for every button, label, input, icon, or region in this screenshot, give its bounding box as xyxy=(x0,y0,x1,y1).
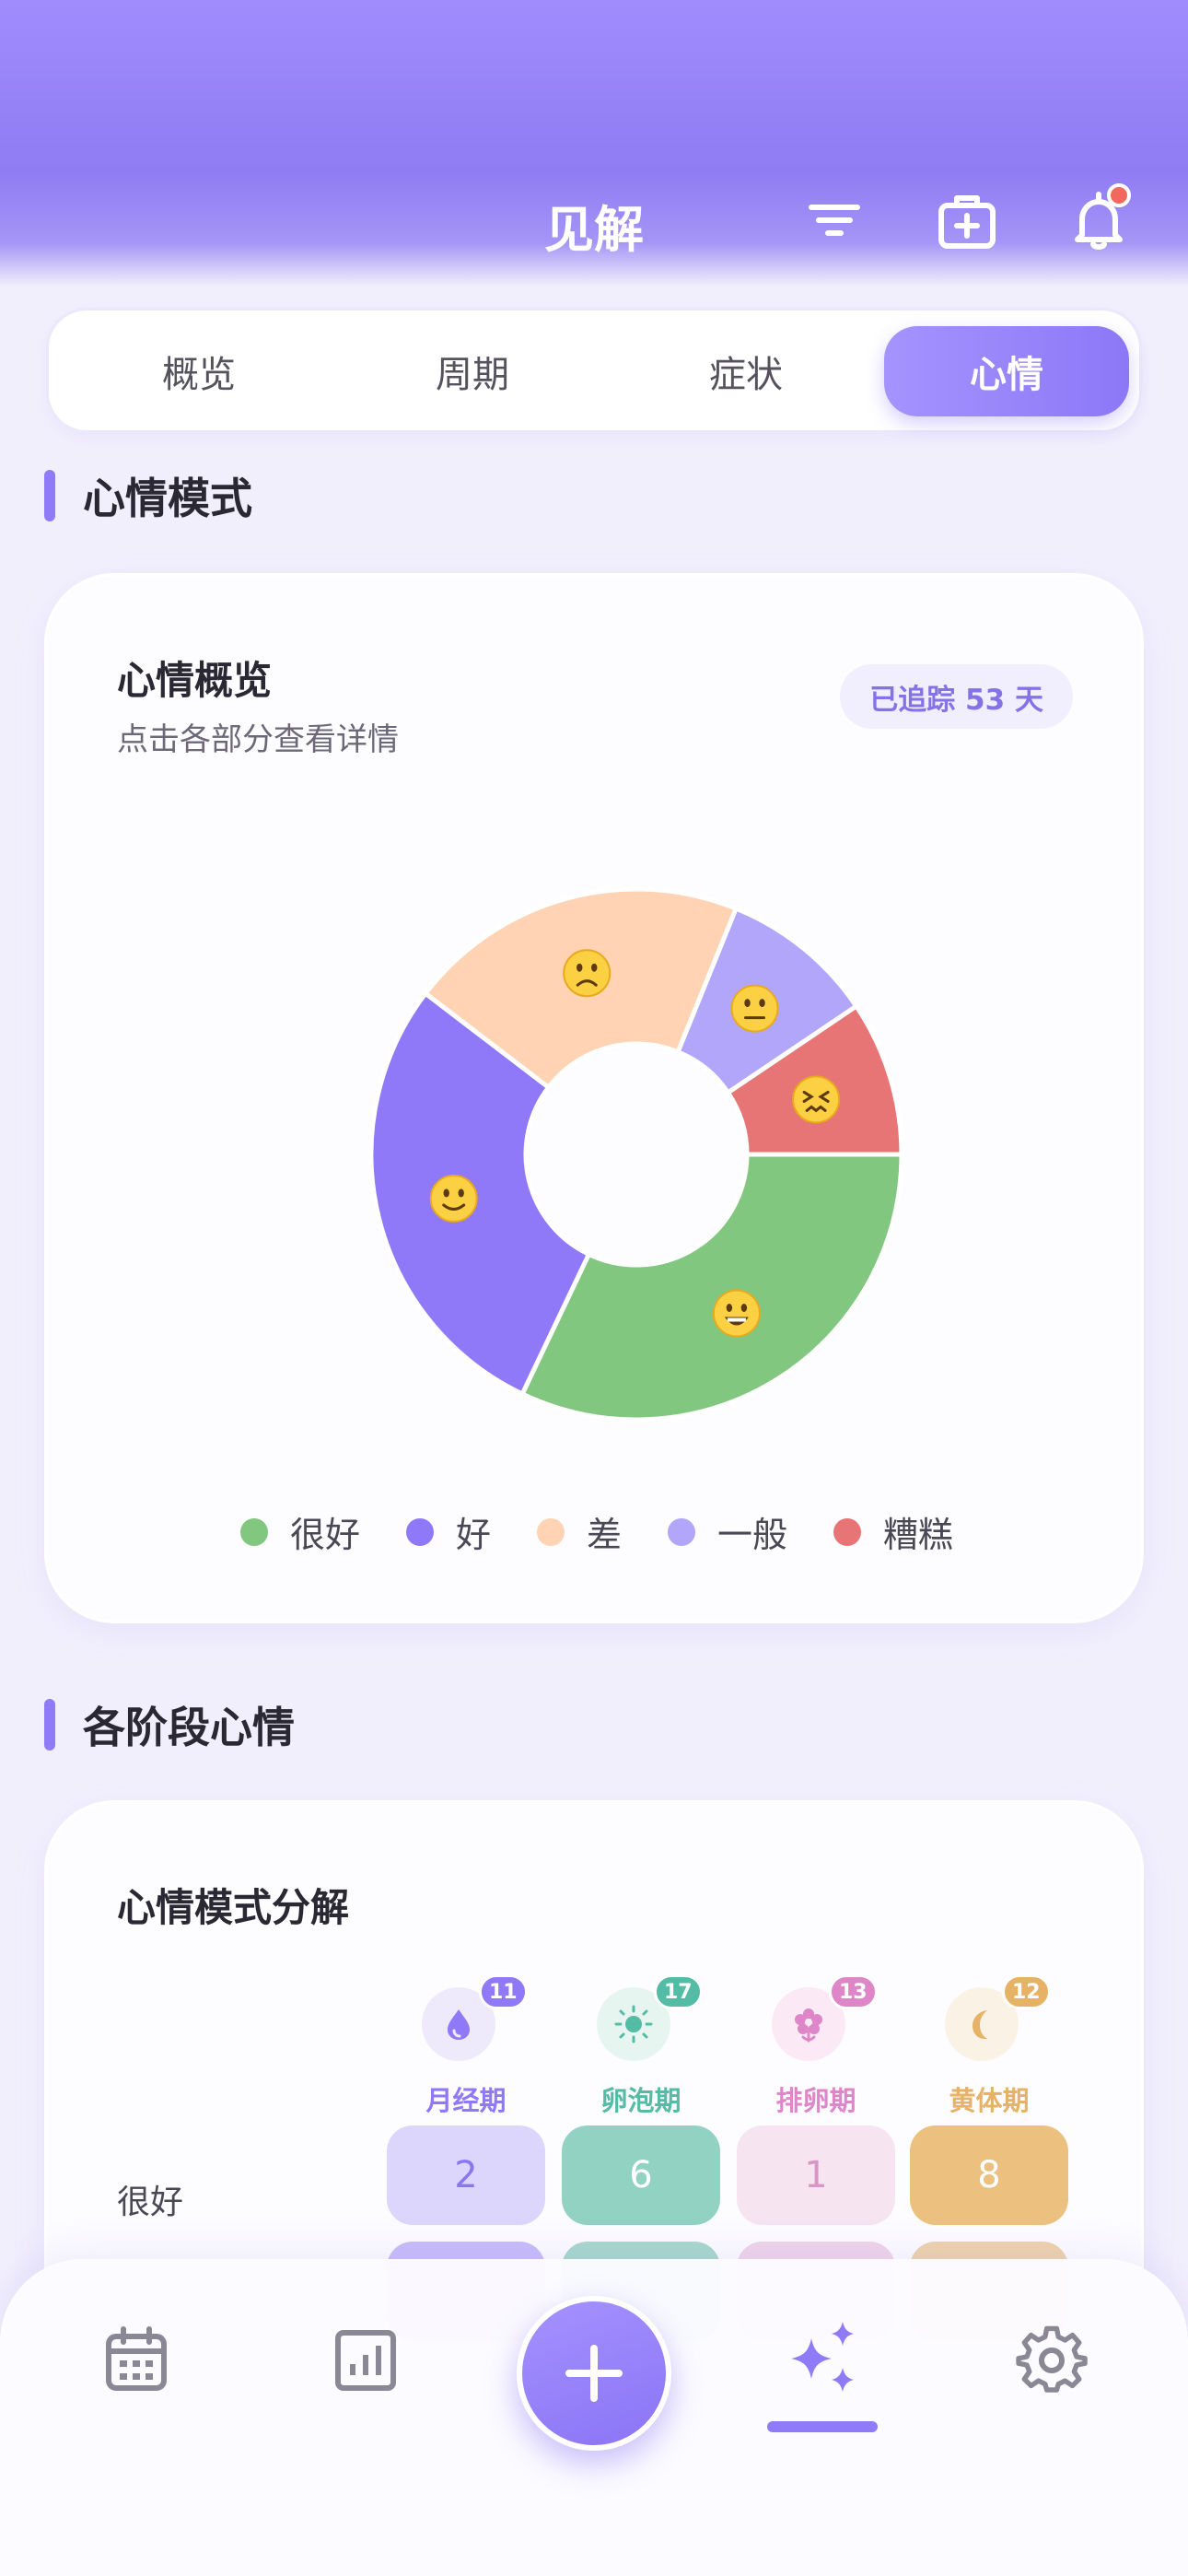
add-button[interactable] xyxy=(517,2296,671,2451)
section-title: 各阶段心情 xyxy=(83,1703,295,1752)
legend-swatch xyxy=(405,1517,434,1546)
donut-slice[interactable] xyxy=(518,1152,904,1423)
legend-item: 好 xyxy=(405,1506,491,1557)
notification-dot xyxy=(1107,183,1131,207)
phase-count-badge: 12 xyxy=(1002,1974,1051,2009)
legend-label: 差 xyxy=(586,1515,622,1555)
tab-overview[interactable]: 概览 xyxy=(76,326,321,416)
section-accent-bar xyxy=(44,470,55,521)
phase-label: 卵泡期 xyxy=(600,2085,681,2116)
phase-count-badge: 13 xyxy=(829,1974,878,2009)
phase-count-badge: 17 xyxy=(654,1974,703,2009)
table-cell[interactable]: 8 xyxy=(910,2125,1068,2225)
grinning-face-icon xyxy=(712,1289,761,1338)
bell-icon[interactable] xyxy=(1066,183,1131,253)
table-cell[interactable]: 6 xyxy=(562,2125,720,2225)
section-mood-patterns: 心情模式 xyxy=(44,468,252,523)
chart-icon[interactable] xyxy=(329,2324,402,2397)
legend-label: 很好 xyxy=(289,1515,360,1555)
legend-swatch xyxy=(239,1517,268,1546)
section-accent-bar xyxy=(44,1699,55,1751)
legend-label: 好 xyxy=(455,1515,491,1555)
frowning-face-icon xyxy=(563,949,611,998)
app-header: 见解 xyxy=(0,0,1188,286)
phase-label: 黄体期 xyxy=(949,2085,1030,2116)
page-title: 见解 xyxy=(544,201,644,259)
card-title: 心情模式分解 xyxy=(117,1885,350,1930)
legend-swatch xyxy=(536,1517,565,1546)
tab-symptoms[interactable]: 症状 xyxy=(623,326,868,416)
slightly-smiling-face-icon xyxy=(429,1174,478,1223)
legend-item: 差 xyxy=(536,1506,622,1557)
legend-item: 很好 xyxy=(239,1506,360,1557)
bottom-navigation xyxy=(0,2259,1188,2576)
sparkles-icon[interactable] xyxy=(784,2316,867,2399)
legend-label: 一般 xyxy=(717,1515,788,1555)
phase-label: 月经期 xyxy=(425,2085,507,2116)
active-tab-indicator xyxy=(767,2421,878,2432)
table-cell[interactable]: 2 xyxy=(387,2125,545,2225)
tab-mood[interactable]: 心情 xyxy=(884,326,1129,416)
segment-tabs: 概览 周期 症状 心情 xyxy=(46,308,1142,433)
legend-swatch xyxy=(833,1517,862,1546)
calendar-icon[interactable] xyxy=(99,2324,173,2397)
section-title: 心情模式 xyxy=(83,474,252,523)
legend-swatch xyxy=(668,1517,695,1546)
filter-icon[interactable] xyxy=(802,189,867,253)
legend-item: 一般 xyxy=(668,1506,787,1557)
mood-overview-card: 心情概览 点击各部分查看详情 已追踪 53 天 很好 好 差 一般 糟糕 xyxy=(44,573,1144,1623)
card-title: 心情概览 xyxy=(117,658,273,703)
chart-legend: 很好 好 差 一般 糟糕 xyxy=(47,1506,1147,1557)
mood-donut-chart[interactable] xyxy=(332,850,940,1458)
phase-count-badge: 11 xyxy=(479,1974,528,2009)
phase-label: 排卵期 xyxy=(775,2085,856,2116)
neutral-face-icon xyxy=(730,984,779,1033)
section-phase-moods: 各阶段心情 xyxy=(44,1697,295,1752)
row-label: 很好 xyxy=(117,2184,184,2221)
first-aid-icon[interactable] xyxy=(935,189,999,253)
tab-cycle[interactable]: 周期 xyxy=(350,326,595,416)
legend-item: 糟糕 xyxy=(833,1506,953,1557)
confounded-face-icon xyxy=(792,1075,841,1124)
add-icon xyxy=(565,2345,623,2402)
tracked-days-badge: 已追踪 53 天 xyxy=(840,664,1073,729)
card-subtitle: 点击各部分查看详情 xyxy=(117,721,399,758)
gear-icon[interactable] xyxy=(1015,2324,1089,2397)
legend-label: 糟糕 xyxy=(883,1515,954,1555)
table-cell[interactable]: 1 xyxy=(737,2125,895,2225)
